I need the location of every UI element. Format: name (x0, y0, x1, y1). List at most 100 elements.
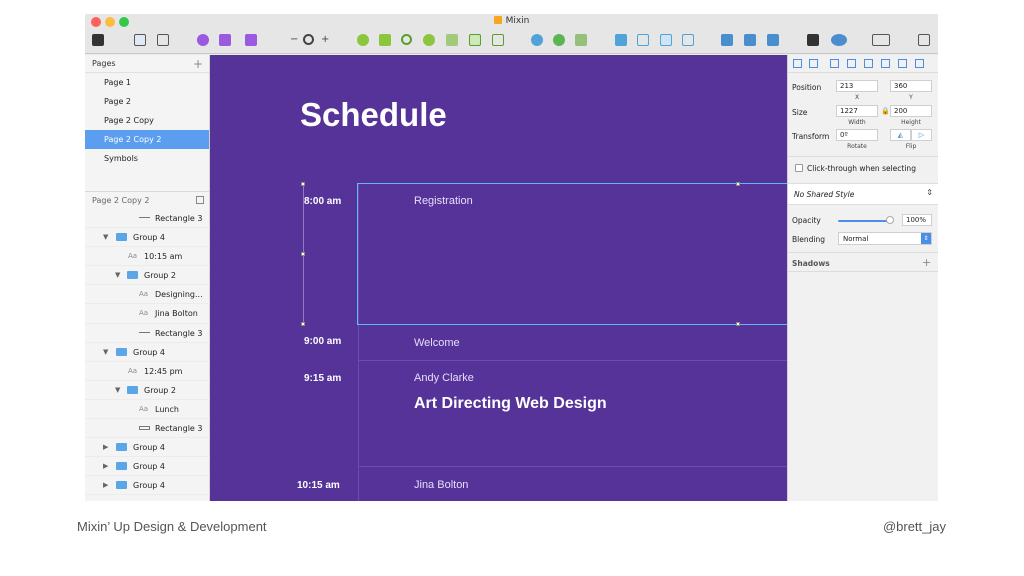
click-through-checkbox[interactable] (795, 164, 803, 172)
event-label[interactable]: Jina Bolton (414, 479, 468, 491)
layer-row[interactable]: Aa Lunch (85, 400, 210, 420)
disclosure-open-icon[interactable]: ▼ (115, 271, 120, 279)
flatten-icon[interactable] (469, 34, 481, 46)
layer-row[interactable]: ▼ Group 4 (85, 228, 210, 248)
click-through-label[interactable]: Click-through when selecting (807, 164, 916, 173)
collapse-icon[interactable] (196, 196, 204, 204)
disclosure-closed-icon[interactable]: ▶ (103, 462, 108, 470)
outline-icon[interactable] (492, 34, 504, 46)
lock-icon[interactable]: 🔒 (881, 107, 890, 115)
page-item[interactable]: Page 1 (85, 73, 209, 92)
align-middle-icon[interactable] (898, 59, 907, 68)
back-icon[interactable] (682, 34, 694, 46)
layer-row[interactable]: Rectangle 3 (85, 324, 210, 343)
blending-dropdown[interactable]: Normal ⇕ (838, 232, 932, 245)
time-label[interactable]: 10:15 am (297, 480, 340, 491)
align-right-icon[interactable] (864, 59, 873, 68)
resize-handle[interactable] (736, 182, 740, 186)
page-item[interactable]: Page 2 (85, 92, 209, 111)
y-field[interactable]: 360 (890, 80, 932, 92)
insert-icon[interactable] (92, 34, 104, 46)
opacity-slider-track[interactable] (838, 220, 890, 222)
disclosure-open-icon[interactable]: ▼ (115, 386, 120, 394)
front-icon[interactable] (660, 34, 672, 46)
time-label[interactable]: 9:00 am (304, 336, 341, 347)
event-label[interactable]: Welcome (414, 337, 460, 349)
layer-row[interactable]: Aa 12:45 pm (85, 362, 210, 381)
union-icon[interactable] (357, 34, 369, 46)
export-icon[interactable] (918, 34, 930, 46)
selection-box[interactable] (357, 183, 787, 325)
add-shadow-button[interactable]: + (922, 256, 931, 269)
height-field[interactable]: 200 (890, 105, 932, 117)
preview-icon[interactable] (767, 34, 779, 46)
talk-title[interactable]: Art Directing Web Design (414, 395, 607, 413)
rotate-field[interactable]: 0º (836, 129, 878, 141)
cloud-icon[interactable] (831, 34, 847, 46)
shared-style-selector[interactable]: No Shared Style ⇕ (788, 183, 938, 205)
add-page-button[interactable]: + (193, 57, 203, 71)
x-field[interactable]: 213 (836, 80, 878, 92)
layer-row[interactable]: ▶ Group 4 (85, 457, 210, 477)
layer-row[interactable]: ▼ Group 2 (85, 381, 210, 400)
layer-row[interactable]: Rectangle 3 (85, 419, 210, 439)
disclosure-open-icon[interactable]: ▼ (103, 233, 108, 241)
mirror-icon[interactable] (553, 34, 565, 46)
align-left-edge-icon[interactable] (830, 59, 839, 68)
layer-row[interactable]: Aa Designing... (85, 285, 210, 305)
disclosure-open-icon[interactable]: ▼ (103, 348, 108, 356)
align-top-icon[interactable] (881, 59, 890, 68)
layer-row[interactable]: ▶ Group 4 (85, 476, 210, 496)
text-icon[interactable] (245, 34, 257, 46)
event-label[interactable]: Andy Clarke (414, 372, 474, 384)
layer-row[interactable]: ▼ Group 4 (85, 343, 210, 362)
flip-horizontal-icon[interactable]: ◭ (890, 129, 911, 141)
disclosure-closed-icon[interactable]: ▶ (103, 481, 108, 489)
opacity-slider-knob[interactable] (886, 216, 894, 224)
align-bottom-icon[interactable] (915, 59, 924, 68)
upload-icon[interactable] (721, 34, 733, 46)
time-label[interactable]: 9:15 am (304, 373, 341, 384)
resize-handle[interactable] (301, 182, 305, 186)
align-center-icon[interactable] (847, 59, 856, 68)
resize-handle[interactable] (736, 322, 740, 326)
scissors-icon[interactable] (446, 34, 458, 46)
canvas[interactable]: Schedule 8:00 am Registration 9:00 am We… (210, 55, 787, 501)
layer-row[interactable]: ▶ Group 4 (85, 438, 210, 458)
subtract-icon[interactable] (379, 34, 391, 46)
chart-icon[interactable] (575, 34, 587, 46)
layer-row[interactable]: Aa Jina Bolton (85, 304, 210, 324)
artboard[interactable]: Schedule 8:00 am Registration 9:00 am We… (210, 55, 787, 501)
group-icon[interactable] (134, 34, 146, 46)
page-item[interactable]: Page 2 Copy (85, 111, 209, 130)
scale-icon[interactable] (531, 34, 543, 46)
backward-icon[interactable] (637, 34, 649, 46)
disclosure-closed-icon[interactable]: ▶ (103, 443, 108, 451)
mask-icon[interactable] (423, 34, 435, 46)
zoom-out-button[interactable]: − (290, 33, 298, 47)
layer-row[interactable]: ▼ Group 2 (85, 266, 210, 286)
rotate-icon[interactable] (401, 34, 412, 45)
symbol-icon[interactable] (197, 34, 209, 46)
page-item[interactable]: Symbols (85, 149, 209, 168)
ungroup-icon[interactable] (157, 34, 169, 46)
zoom-in-button[interactable]: + (321, 33, 329, 47)
resize-handle[interactable] (301, 252, 305, 256)
width-field[interactable]: 1227 (836, 105, 878, 117)
opacity-field[interactable]: 100% (902, 214, 932, 226)
time-label[interactable]: 8:00 am (304, 196, 341, 207)
edit-icon[interactable] (219, 34, 231, 46)
grid-icon[interactable] (744, 34, 756, 46)
schedule-title[interactable]: Schedule (300, 96, 447, 134)
layer-row[interactable]: Rectangle 3 (85, 209, 210, 229)
resize-handle[interactable] (301, 322, 305, 326)
distribute-icon[interactable] (809, 59, 818, 68)
forward-icon[interactable] (615, 34, 627, 46)
layer-row[interactable]: Aa 10:15 am (85, 247, 210, 267)
view-icon[interactable] (872, 34, 890, 46)
mirror-device-icon[interactable] (807, 34, 819, 46)
align-left-icon[interactable] (793, 59, 802, 68)
zoom-icon[interactable] (303, 34, 314, 45)
page-item-selected[interactable]: Page 2 Copy 2 (85, 130, 209, 149)
flip-vertical-icon[interactable]: ▷ (911, 129, 932, 141)
